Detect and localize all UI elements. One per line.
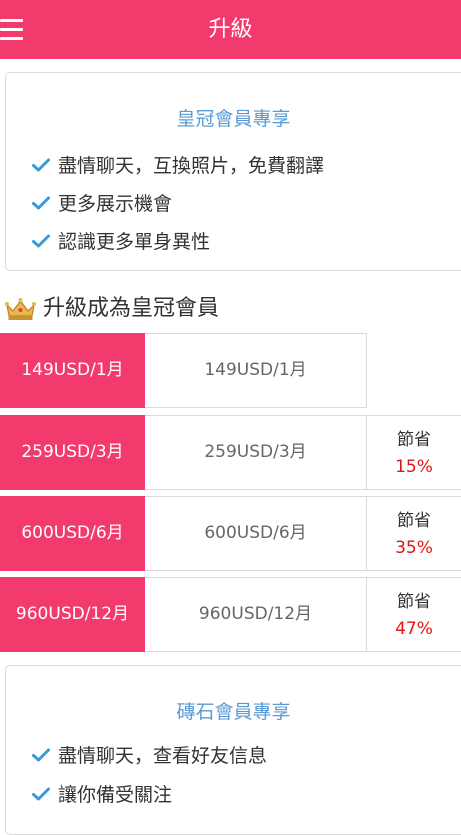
savings-percent: 35% bbox=[395, 538, 433, 558]
upgrade-heading: 升級成為皇冠會員 bbox=[4, 294, 219, 324]
plan-savings: 節省 15% bbox=[367, 415, 461, 490]
plan-savings: 節省 47% bbox=[367, 577, 461, 652]
plan-price: 600USD/6月 bbox=[145, 496, 367, 571]
plan-savings: 節省 35% bbox=[367, 496, 461, 571]
upgrade-heading-text: 升級成為皇冠會員 bbox=[43, 296, 220, 321]
checkmark-icon bbox=[32, 744, 52, 768]
plan-tag: 960USD/12月 bbox=[0, 577, 145, 652]
checkmark-icon bbox=[32, 154, 52, 178]
savings-percent: 15% bbox=[395, 457, 433, 477]
checkmark-icon bbox=[32, 230, 52, 254]
plan-tag: 259USD/3月 bbox=[0, 415, 145, 490]
savings-percent: 47% bbox=[395, 619, 433, 639]
crown-benefits-title: 皇冠會員專享 bbox=[176, 108, 291, 130]
benefit-text: 盡情聊天，查看好友信息 bbox=[58, 745, 268, 767]
plan-price: 960USD/12月 bbox=[145, 577, 367, 652]
plan-tag: 600USD/6月 bbox=[0, 496, 145, 571]
plan-price: 149USD/1月 bbox=[145, 333, 367, 408]
top-bar: 升級 bbox=[0, 0, 461, 59]
savings-label: 節省 bbox=[397, 511, 431, 531]
benefit-item: 盡情聊天，查看好友信息 bbox=[32, 744, 267, 768]
checkmark-icon bbox=[32, 783, 52, 807]
benefit-item: 更多展示機會 bbox=[32, 192, 172, 216]
checkmark-icon bbox=[32, 192, 52, 216]
crown-benefits-card: 皇冠會員專享 盡情聊天，互換照片，免費翻譯 更多展示機會 認識更多單身異性 bbox=[5, 72, 461, 271]
savings-label: 節省 bbox=[397, 430, 431, 450]
benefit-item: 認識更多單身異性 bbox=[32, 230, 210, 254]
benefit-item: 讓你備受關注 bbox=[32, 783, 172, 807]
benefit-text: 更多展示機會 bbox=[58, 193, 173, 215]
crown-icon bbox=[4, 297, 37, 321]
plan-option-12-months[interactable]: 960USD/12月 960USD/12月 節省 47% bbox=[0, 577, 461, 652]
page-title: 升級 bbox=[208, 17, 253, 42]
benefit-text: 讓你備受關注 bbox=[58, 784, 173, 806]
plan-tag: 149USD/1月 bbox=[0, 333, 145, 408]
savings-label: 節省 bbox=[397, 592, 431, 612]
plan-price: 259USD/3月 bbox=[145, 415, 367, 490]
benefit-item: 盡情聊天，互換照片，免費翻譯 bbox=[32, 154, 324, 178]
diamond-benefits-title: 磚石會員專享 bbox=[176, 701, 291, 723]
benefit-text: 認識更多單身異性 bbox=[58, 231, 211, 253]
benefit-text: 盡情聊天，互換照片，免費翻譯 bbox=[58, 155, 325, 177]
plan-option-6-months[interactable]: 600USD/6月 600USD/6月 節省 35% bbox=[0, 496, 461, 571]
plan-option-1-month[interactable]: 149USD/1月 149USD/1月 bbox=[0, 333, 461, 408]
diamond-benefits-card: 磚石會員專享 盡情聊天，查看好友信息 讓你備受關注 bbox=[5, 665, 461, 835]
plan-option-3-months[interactable]: 259USD/3月 259USD/3月 節省 15% bbox=[0, 415, 461, 490]
